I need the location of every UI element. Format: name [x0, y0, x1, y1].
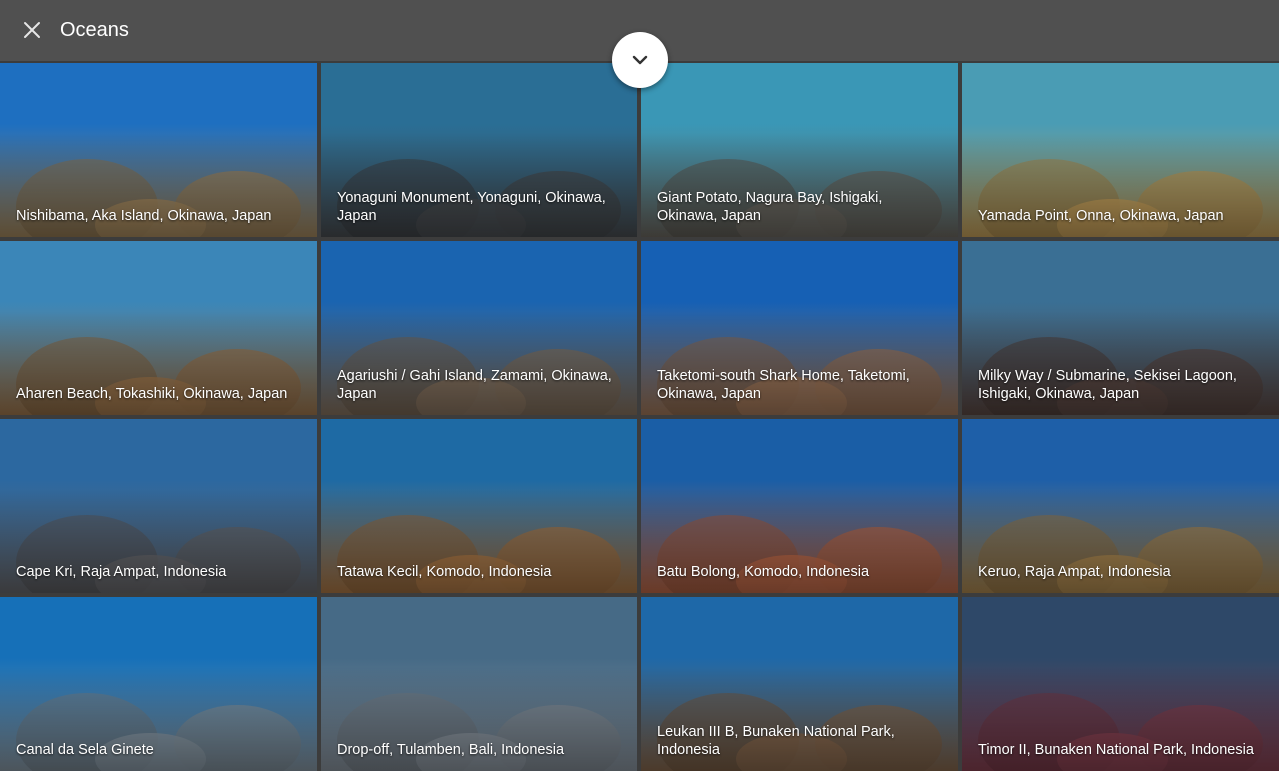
tile-caption: Tatawa Kecil, Komodo, Indonesia	[337, 564, 552, 580]
location-tile[interactable]: Nishibama, Aka Island, Okinawa, Japan	[0, 63, 317, 237]
tile-caption: Batu Bolong, Komodo, Indonesia	[657, 564, 870, 580]
location-tile[interactable]: Agariushi / Gahi Island, Zamami, Okinawa…	[321, 241, 637, 415]
location-tile[interactable]: Timor II, Bunaken National Park, Indones…	[962, 597, 1279, 771]
tile-caption: Giant Potato, Nagura Bay, Ishigaki, Okin…	[657, 190, 883, 224]
location-tile[interactable]: Taketomi-south Shark Home, Taketomi, Oki…	[641, 241, 958, 415]
location-tile[interactable]: Tatawa Kecil, Komodo, Indonesia	[321, 419, 637, 593]
location-tile[interactable]: Giant Potato, Nagura Bay, Ishigaki, Okin…	[641, 63, 958, 237]
location-tile[interactable]: Yamada Point, Onna, Okinawa, Japan	[962, 63, 1279, 237]
location-tile[interactable]: Batu Bolong, Komodo, Indonesia	[641, 419, 958, 593]
location-tile[interactable]: Drop-off, Tulamben, Bali, Indonesia	[321, 597, 637, 771]
tile-caption: Aharen Beach, Tokashiki, Okinawa, Japan	[16, 386, 288, 402]
close-icon	[24, 22, 40, 38]
ocean-gallery-grid: Nishibama, Aka Island, Okinawa, Japan Yon…	[0, 61, 1279, 771]
close-button[interactable]	[19, 17, 45, 43]
tile-caption: Leukan III B, Bunaken National Park, Ind…	[657, 724, 895, 758]
location-tile[interactable]: Aharen Beach, Tokashiki, Okinawa, Japan	[0, 241, 317, 415]
page-title: Oceans	[60, 19, 129, 41]
tile-caption: Milky Way / Submarine, Sekisei Lagoon, I…	[978, 368, 1237, 402]
tile-caption: Agariushi / Gahi Island, Zamami, Okinawa…	[337, 368, 612, 402]
chevron-down-icon	[632, 55, 648, 65]
tile-caption: Yonaguni Monument, Yonaguni, Okinawa, Ja…	[337, 190, 606, 224]
location-tile[interactable]: Milky Way / Submarine, Sekisei Lagoon, I…	[962, 241, 1279, 415]
location-tile[interactable]: Keruo, Raja Ampat, Indonesia	[962, 419, 1279, 593]
location-tile[interactable]: Cape Kri, Raja Ampat, Indonesia	[0, 419, 317, 593]
tile-caption: Canal da Sela Ginete	[16, 742, 154, 758]
location-tile[interactable]: Yonaguni Monument, Yonaguni, Okinawa, Ja…	[321, 63, 637, 237]
tile-caption: Timor II, Bunaken National Park, Indones…	[978, 742, 1254, 758]
location-tile[interactable]: Canal da Sela Ginete	[0, 597, 317, 771]
tile-caption: Drop-off, Tulamben, Bali, Indonesia	[337, 742, 565, 758]
collapse-button[interactable]	[612, 32, 668, 88]
location-tile[interactable]: Leukan III B, Bunaken National Park, Ind…	[641, 597, 958, 771]
tile-caption: Taketomi-south Shark Home, Taketomi, Oki…	[657, 368, 910, 402]
tile-caption: Yamada Point, Onna, Okinawa, Japan	[978, 208, 1224, 224]
tile-caption: Keruo, Raja Ampat, Indonesia	[978, 564, 1171, 580]
tile-caption: Cape Kri, Raja Ampat, Indonesia	[16, 564, 227, 580]
tile-caption: Nishibama, Aka Island, Okinawa, Japan	[16, 208, 272, 224]
